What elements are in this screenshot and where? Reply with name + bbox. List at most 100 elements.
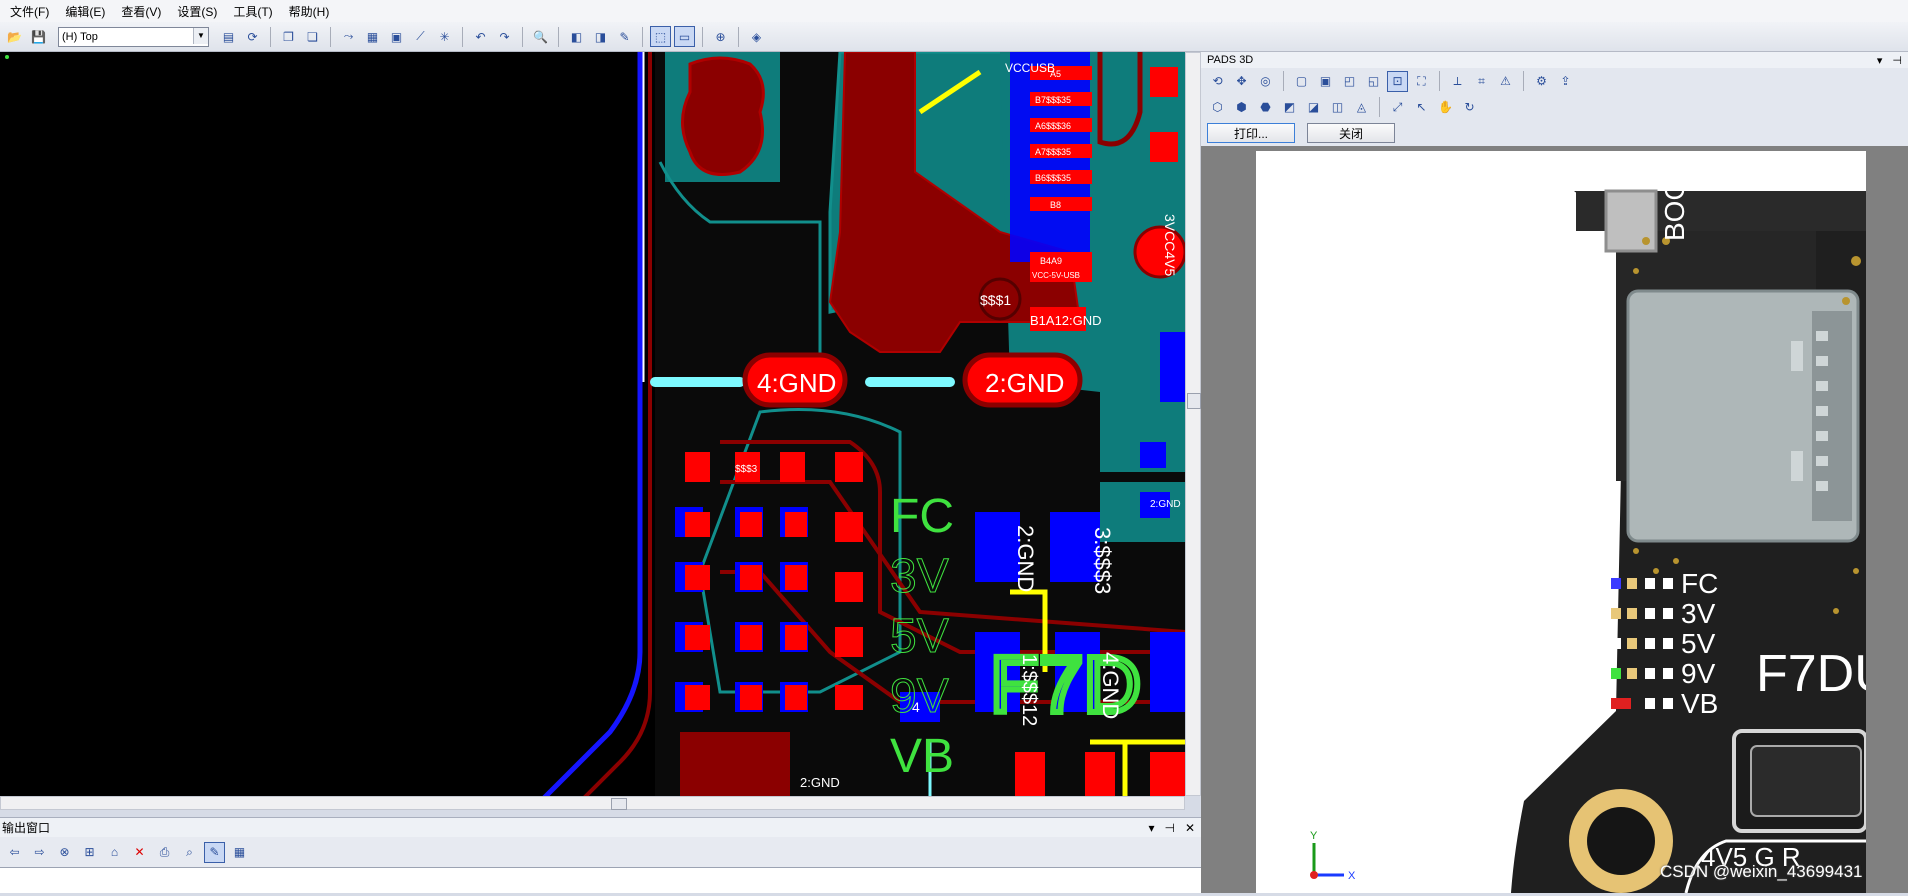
pad-label-4-gnd: 4:GND <box>757 368 836 398</box>
menu-file[interactable]: 文件(F) <box>10 3 49 20</box>
grid-icon[interactable]: ▦ <box>362 26 383 47</box>
undo-icon[interactable]: ↶ <box>470 26 491 47</box>
right-view-icon[interactable]: ◪ <box>1303 97 1324 118</box>
view-back-icon[interactable]: ▣ <box>1315 71 1336 92</box>
chevron-down-icon[interactable]: ▼ <box>193 27 208 44</box>
rotate-icon[interactable]: ⟲ <box>1207 71 1228 92</box>
canvas-horizontal-scrollbar[interactable] <box>0 796 1185 810</box>
print-button[interactable]: 打印... <box>1207 123 1295 143</box>
export-icon[interactable]: ⊞ <box>79 842 100 863</box>
delete-icon[interactable]: ✕ <box>129 842 150 863</box>
brush-icon[interactable]: ✎ <box>614 26 635 47</box>
toolbar-divider <box>1283 71 1284 91</box>
pin-icon[interactable]: ⊣ <box>1892 54 1902 67</box>
section-icon[interactable]: ⌗ <box>1471 71 1492 92</box>
pad-label-2-gnd: 2:GND <box>985 368 1064 398</box>
chevron-down-icon[interactable]: ▾ <box>1877 54 1883 67</box>
paste-icon[interactable]: ❏ <box>302 26 323 47</box>
toolbar-divider <box>462 26 463 47</box>
view-side-icon[interactable]: ◱ <box>1363 71 1384 92</box>
menu-tools[interactable]: 工具(T) <box>233 3 272 20</box>
copy-icon[interactable]: ❐ <box>278 26 299 47</box>
toolbar-divider <box>1379 97 1380 117</box>
refresh-icon[interactable]: ⟳ <box>242 26 263 47</box>
menu-view[interactable]: 查看(V) <box>121 3 161 20</box>
redo-icon[interactable]: ↷ <box>494 26 515 47</box>
search-icon[interactable]: 🔍 <box>530 26 551 47</box>
layer-select[interactable]: (H) Top ▼ <box>58 26 209 47</box>
select-icon[interactable]: ↖ <box>1411 97 1432 118</box>
arrow-left-icon[interactable]: ⇦ <box>4 842 25 863</box>
fit-icon[interactable]: ⛶ <box>1411 71 1432 92</box>
left-view-icon[interactable]: ◩ <box>1279 97 1300 118</box>
pads-3d-title: PADS 3D <box>1207 54 1254 66</box>
edit-icon[interactable]: ✎ <box>204 841 225 863</box>
settings-icon[interactable]: ⚙ <box>1531 71 1552 92</box>
window-mode-icon[interactable]: ▭ <box>674 26 695 47</box>
print-icon[interactable]: ⎙ <box>154 842 175 863</box>
layer-icon[interactable]: ◧ <box>566 26 587 47</box>
top-view-icon[interactable]: ◫ <box>1327 97 1348 118</box>
pin-label-s1: $$$1 <box>980 292 1011 308</box>
close-button[interactable]: 关闭 <box>1307 123 1395 143</box>
pin-label-vcc-usb: VCC-5V-USB <box>1032 271 1080 280</box>
pads-3d-toolbar-2: ⬡ ⬢ ⬣ ◩ ◪ ◫ ◬ ⤢ ↖ ✋ ↻ <box>1201 94 1908 120</box>
pan-icon[interactable]: ✥ <box>1231 71 1252 92</box>
properties-icon[interactable]: ▤ <box>218 26 239 47</box>
close-icon[interactable]: ✕ <box>1185 821 1195 835</box>
arrow-right-icon[interactable]: ⇨ <box>29 842 50 863</box>
iso-view-icon[interactable]: ⬡ <box>1207 97 1228 118</box>
route-icon[interactable]: ⤳ <box>338 26 359 47</box>
warning-icon[interactable]: ⚠ <box>1495 71 1516 92</box>
view-front-icon[interactable]: ▢ <box>1291 71 1312 92</box>
pcb-layout: FC 3V 5V 9V VB F7D 4:GND 2:GND VCCUSB A5… <box>0 52 1185 796</box>
reset-icon[interactable]: ↻ <box>1459 97 1480 118</box>
find-icon[interactable]: ⌕ <box>179 842 200 863</box>
watermark: CSDN @weixin_43699431 <box>1660 862 1863 881</box>
home-icon[interactable]: ⌂ <box>104 842 125 863</box>
front-view-icon[interactable]: ⬢ <box>1231 97 1252 118</box>
chevron-down-icon[interactable]: ▾ <box>1148 821 1154 835</box>
zoom-icon[interactable]: ⊕ <box>710 26 731 47</box>
board-3d-render: FC 3V 5V 9V VB F7DU BOO 4V5 G R Y X <box>1310 179 1892 894</box>
silk-3d-9v: 9V <box>1681 658 1716 689</box>
zoom-window-icon[interactable]: ⊡ <box>1387 70 1408 92</box>
fit-all-icon[interactable]: ⤢ <box>1387 97 1408 118</box>
vscroll-thumb[interactable] <box>1187 393 1201 409</box>
pads-3d-render: FC 3V 5V 9V VB F7DU BOO 4V5 G R Y X <box>1256 151 1892 894</box>
silk-3d-5v: 5V <box>1681 628 1716 659</box>
export-3d-icon[interactable]: ⇪ <box>1555 71 1576 92</box>
menu-help[interactable]: 帮助(H) <box>289 3 330 20</box>
pin-icon[interactable]: ⊣ <box>1164 821 1174 835</box>
canvas-vertical-scrollbar[interactable] <box>1185 52 1201 796</box>
pin-label-b8: B8 <box>1050 200 1061 210</box>
line-icon[interactable]: ⟋ <box>410 26 431 47</box>
3d-view-icon[interactable]: ◈ <box>746 26 767 47</box>
bottom-view-icon[interactable]: ◬ <box>1351 97 1372 118</box>
via-icon[interactable]: ✳ <box>434 26 455 47</box>
back-view-icon[interactable]: ⬣ <box>1255 97 1276 118</box>
hand-icon[interactable]: ✋ <box>1435 97 1456 118</box>
pads-3d-toolbar-1: ⟲ ✥ ◎ ▢ ▣ ◰ ◱ ⊡ ⛶ ⟂ ⌗ ⚠ ⚙ ⇪ <box>1201 68 1908 94</box>
pad-label-4gnd-b: 4:GND <box>1098 652 1123 719</box>
layer-stack-icon[interactable]: ◨ <box>590 26 611 47</box>
select-mode-icon[interactable]: ⬚ <box>650 26 671 47</box>
toolbar-divider <box>738 26 739 47</box>
toolbar-divider <box>1523 71 1524 91</box>
menu-edit[interactable]: 编辑(E) <box>65 3 105 20</box>
open-icon[interactable]: 📂 <box>4 26 25 47</box>
board-icon[interactable]: ▣ <box>386 26 407 47</box>
measure-icon[interactable]: ⟂ <box>1447 71 1468 92</box>
pad-label-4: 4 <box>912 699 920 715</box>
output-log[interactable] <box>0 867 1201 893</box>
stop-icon[interactable]: ⊗ <box>54 842 75 863</box>
menu-setup[interactable]: 设置(S) <box>177 3 217 20</box>
table-icon[interactable]: ▦ <box>229 842 250 863</box>
save-icon[interactable]: 💾 <box>28 26 49 47</box>
pad-label-2gnd-a: 2:GND <box>1013 525 1038 592</box>
pcb-design-canvas[interactable]: FC 3V 5V 9V VB F7D 4:GND 2:GND VCCUSB A5… <box>0 52 1185 796</box>
pin-label-b7: B7$$$35 <box>1035 95 1071 105</box>
hscroll-thumb[interactable] <box>611 798 627 810</box>
view-top-icon[interactable]: ◰ <box>1339 71 1360 92</box>
orbit-icon[interactable]: ◎ <box>1255 71 1276 92</box>
